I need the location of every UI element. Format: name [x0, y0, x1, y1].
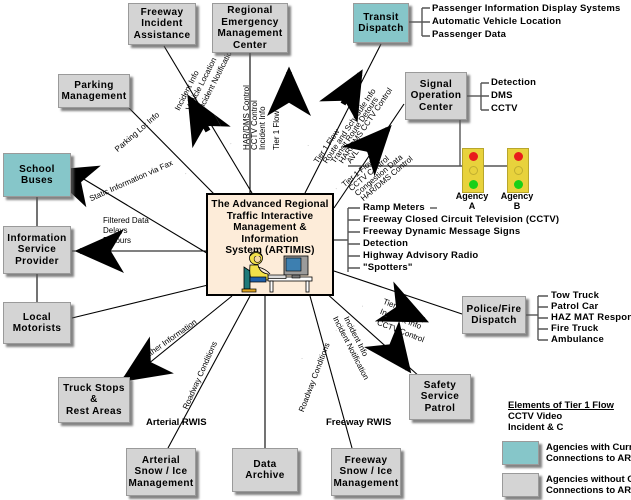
node-truck-stops-rest-areas[interactable]: Truck Stops & Rest Areas: [58, 377, 130, 423]
node-transit-dispatch[interactable]: Transit Dispatch: [353, 3, 409, 43]
leaf-police-hazmat-response: HAZ MAT Response: [551, 312, 631, 323]
operator-at-workstation-icon: [241, 251, 313, 293]
legend-swatch-gray-text: Agencies without CurrentConnections to A…: [546, 474, 631, 496]
leaf-artimis-freeway-cctv: Freeway Closed Circuit Television (CCTV): [363, 214, 560, 225]
node-freeway-incident-assistance[interactable]: Freeway Incident Assistance: [128, 3, 196, 45]
artimis-center-box[interactable]: The Advanced Regional Traffic Interactiv…: [206, 193, 334, 296]
traffic-signal-icon-agency-b: [507, 148, 529, 193]
wire-label-roadway-conditions-freeway: Roadway Conditions: [297, 341, 332, 414]
legend-title: Elements of Tier 1 Flow: [508, 400, 614, 411]
signal-lamp-green: [468, 179, 478, 189]
wire-label-delays: Delays: [103, 226, 128, 235]
node-label: Signal Operation Center: [410, 78, 462, 113]
node-label: Data Archive: [245, 458, 285, 482]
artimis-title-line-1: The Advanced Regional: [211, 199, 329, 210]
node-label: Truck Stops & Rest Areas: [63, 382, 125, 417]
node-label: Freeway Snow / Ice Management: [333, 454, 399, 489]
node-regional-emergency-management-center[interactable]: Regional Emergency Management Center: [212, 3, 288, 53]
leaf-police-ambulance: Ambulance: [551, 334, 605, 345]
signal-lamp-yellow: [468, 165, 478, 175]
node-label: Information Service Provider: [7, 232, 67, 267]
legend-swatch-teal: [502, 441, 539, 465]
signal-lamp-red: [468, 152, 478, 162]
leaf-soc-cctv: CCTV: [491, 103, 518, 114]
leaf-transit-passenger-info-display: Passenger Information Display Systems: [432, 3, 621, 14]
leaf-soc-dms: DMS: [491, 90, 513, 101]
node-local-motorists[interactable]: Local Motorists: [3, 302, 71, 344]
node-label: Safety Service Patrol: [420, 379, 460, 414]
node-information-service-provider[interactable]: Information Service Provider: [3, 226, 71, 274]
wire-label-parking-lot-info: Parking Lot Info: [113, 110, 162, 154]
wire-label-static-information-via-fax: Static Information via Fax: [88, 158, 175, 204]
node-police-fire-dispatch[interactable]: Police/Fire Dispatch: [462, 296, 526, 334]
artimis-architecture-diagram: Freeway Incident Assistance Regional Emerge…: [0, 0, 631, 500]
node-label: Local Motorists: [12, 311, 62, 335]
leaf-artimis-detection: Detection: [363, 238, 409, 249]
signal-label-agency-b: Agency B: [500, 191, 534, 211]
wire-label-detours: Detours: [103, 236, 132, 245]
leaf-transit-avl: Automatic Vehicle Location: [432, 16, 562, 27]
artimis-title-line-2: Traffic Interactive: [226, 210, 314, 222]
leaf-police-fire-truck: Fire Truck: [551, 323, 599, 334]
legend-line-incident-c: Incident & C: [508, 422, 564, 433]
legend-swatch-teal-text: Agencies with CurrentConnections to ARTI…: [546, 442, 631, 464]
signal-lamp-yellow: [513, 165, 523, 175]
node-label: Arterial Snow / Ice Management: [128, 454, 194, 489]
node-label: School Buses: [19, 163, 55, 187]
wire-label-freeway-rwis: Freeway RWIS: [326, 417, 392, 428]
wire-label-har-dms-control-remc: HAR/DMS Control: [242, 85, 251, 150]
leaf-soc-detection: Detection: [491, 77, 537, 88]
leaf-police-tow-truck: Tow Truck: [551, 290, 600, 301]
signal-label-agency-a: Agency A: [455, 191, 489, 211]
node-label: Freeway Incident Assistance: [133, 6, 191, 41]
wire-label-incident-info-remc: Incident Info: [258, 106, 267, 150]
node-label: Transit Dispatch: [358, 11, 404, 35]
node-label: Police/Fire Dispatch: [466, 303, 522, 327]
node-label: Regional Emergency Management Center: [217, 5, 283, 51]
node-safety-service-patrol[interactable]: Safety Service Patrol: [409, 374, 471, 420]
leaf-artimis-spotters: "Spotters": [363, 262, 413, 273]
wire-label-weather-information: Weather Information: [134, 317, 199, 367]
leaf-artimis-ramp-meters: Ramp Meters: [363, 202, 425, 213]
legend-swatch-gray: [502, 473, 539, 497]
leaf-transit-passenger-data: Passenger Data: [432, 29, 507, 40]
node-arterial-snow-ice-management[interactable]: Arterial Snow / Ice Management: [126, 448, 196, 496]
wire-label-arterial-rwis: Arterial RWIS: [146, 417, 207, 428]
node-data-archive[interactable]: Data Archive: [232, 448, 298, 492]
wire-label-cctv-control-remc: CCTV Control: [250, 100, 259, 150]
node-parking-management[interactable]: Parking Management: [58, 74, 130, 108]
node-label: Parking Management: [61, 79, 127, 103]
signal-lamp-red: [513, 152, 523, 162]
wire-label-tier1-flow-remc: Tier 1 Flow: [272, 110, 281, 150]
signal-lamp-green: [513, 179, 523, 189]
leaf-artimis-freeway-dms: Freeway Dynamic Message Signs: [363, 226, 521, 237]
traffic-signal-icon-agency-a: [462, 148, 484, 193]
artimis-title-line-3: Management & Information: [233, 222, 307, 245]
node-signal-operation-center[interactable]: Signal Operation Center: [405, 72, 467, 120]
legend-line-cctv-video: CCTV Video: [508, 411, 563, 422]
wire-label-roadway-conditions-arterial: Roadway Conditions: [181, 339, 220, 411]
node-freeway-snow-ice-management[interactable]: Freeway Snow / Ice Management: [331, 448, 401, 496]
wire-label-filtered-data: Filtered Data: [103, 216, 149, 225]
leaf-artimis-har: Highway Advisory Radio: [363, 250, 479, 261]
leaf-police-patrol-car: Patrol Car: [551, 301, 599, 312]
node-school-buses[interactable]: School Buses: [3, 153, 71, 197]
